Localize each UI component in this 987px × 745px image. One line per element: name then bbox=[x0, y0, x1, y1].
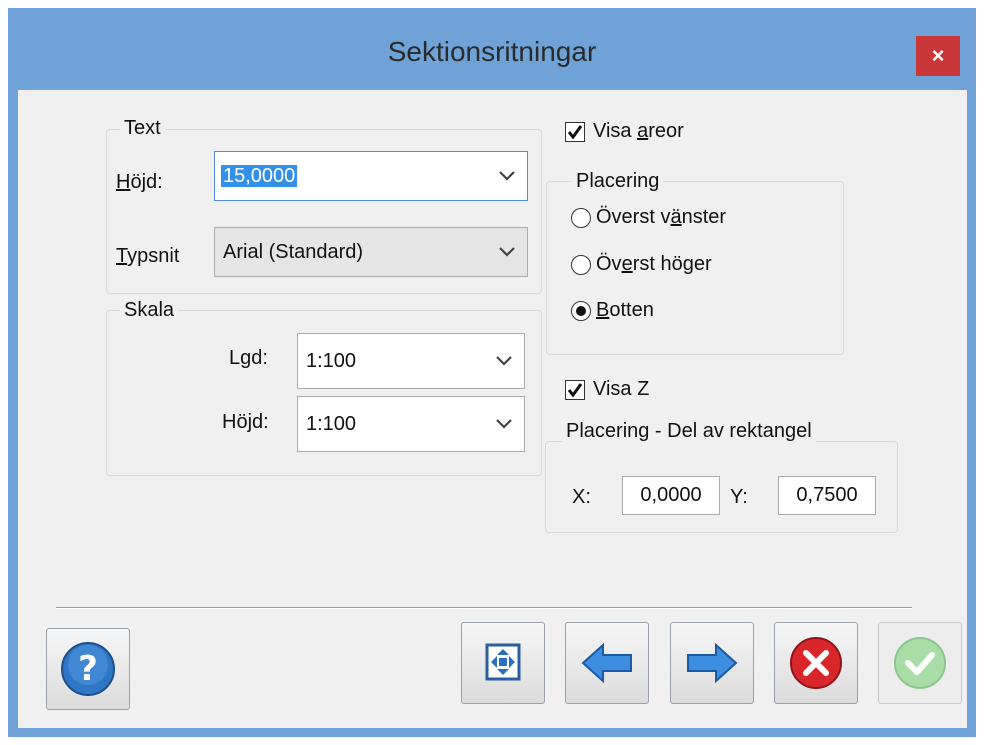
help-button[interactable]: ? bbox=[46, 628, 130, 710]
show-areas-checkbox[interactable] bbox=[565, 122, 585, 142]
show-areas-label: Visa areor bbox=[593, 120, 684, 142]
text-group-legend: Text bbox=[120, 117, 165, 139]
title-bar[interactable]: Sektionsritningar × bbox=[8, 8, 976, 90]
cancel-button[interactable] bbox=[774, 622, 858, 704]
chevron-down-icon[interactable] bbox=[499, 247, 515, 257]
scale-height-label: Höjd: bbox=[222, 411, 269, 433]
scale-height-value: 1:100 bbox=[306, 413, 357, 435]
radio-top-left[interactable] bbox=[571, 208, 591, 228]
back-button[interactable] bbox=[565, 622, 649, 704]
radio-top-right-label: Överst höger bbox=[596, 253, 712, 275]
z-placement-legend: Placering - Del av rektangel bbox=[562, 420, 816, 442]
chevron-down-icon[interactable] bbox=[499, 171, 515, 181]
cancel-icon bbox=[790, 637, 842, 689]
show-z-label: Visa Z bbox=[593, 378, 650, 400]
scale-length-value: 1:100 bbox=[306, 350, 357, 372]
z-y-input[interactable]: 0,7500 bbox=[778, 476, 876, 515]
fit-button[interactable] bbox=[461, 622, 545, 704]
dialog-body: Text Höjd: 15,0000 Typsnit Arial (Standa… bbox=[18, 90, 967, 728]
dialog-window: Sektionsritningar × Text Höjd: 15,0000 T… bbox=[8, 8, 976, 737]
fit-frame-icon bbox=[485, 643, 521, 681]
chevron-down-icon[interactable] bbox=[496, 419, 512, 429]
scale-length-combo[interactable]: 1:100 bbox=[297, 333, 525, 389]
chevron-down-icon[interactable] bbox=[496, 356, 512, 366]
font-label: Typsnit bbox=[116, 245, 180, 267]
svg-text:?: ? bbox=[78, 649, 98, 689]
ok-icon bbox=[894, 637, 946, 689]
ok-button[interactable] bbox=[878, 622, 962, 704]
text-height-value: 15,0000 bbox=[221, 165, 298, 187]
radio-top-right[interactable] bbox=[571, 255, 591, 275]
forward-button[interactable] bbox=[670, 622, 754, 704]
text-height-label: Höjd: bbox=[116, 171, 163, 193]
font-value: Arial (Standard) bbox=[223, 241, 364, 263]
radio-bottom-label: Botten bbox=[596, 299, 654, 321]
scale-height-combo[interactable]: 1:100 bbox=[297, 396, 525, 452]
text-height-combo[interactable]: 15,0000 bbox=[214, 151, 528, 201]
areas-placement-legend: Placering bbox=[572, 170, 664, 192]
z-x-label: X: bbox=[572, 486, 591, 508]
radio-bottom[interactable] bbox=[571, 301, 591, 321]
dialog-title: Sektionsritningar bbox=[387, 36, 597, 67]
z-x-input[interactable]: 0,0000 bbox=[622, 476, 720, 515]
scale-group-legend: Skala bbox=[120, 299, 179, 321]
z-y-label: Y: bbox=[730, 486, 748, 508]
radio-top-left-label: Överst vänster bbox=[596, 206, 727, 228]
checkmark-icon bbox=[567, 125, 583, 140]
show-z-checkbox[interactable] bbox=[565, 380, 585, 400]
help-icon: ? bbox=[61, 642, 115, 696]
close-button[interactable]: × bbox=[916, 36, 960, 76]
font-combo[interactable]: Arial (Standard) bbox=[214, 227, 528, 277]
arrow-right-icon bbox=[687, 642, 738, 684]
checkmark-icon bbox=[567, 383, 583, 398]
scale-length-label: Lgd: bbox=[229, 347, 268, 369]
arrow-left-icon bbox=[581, 642, 632, 684]
